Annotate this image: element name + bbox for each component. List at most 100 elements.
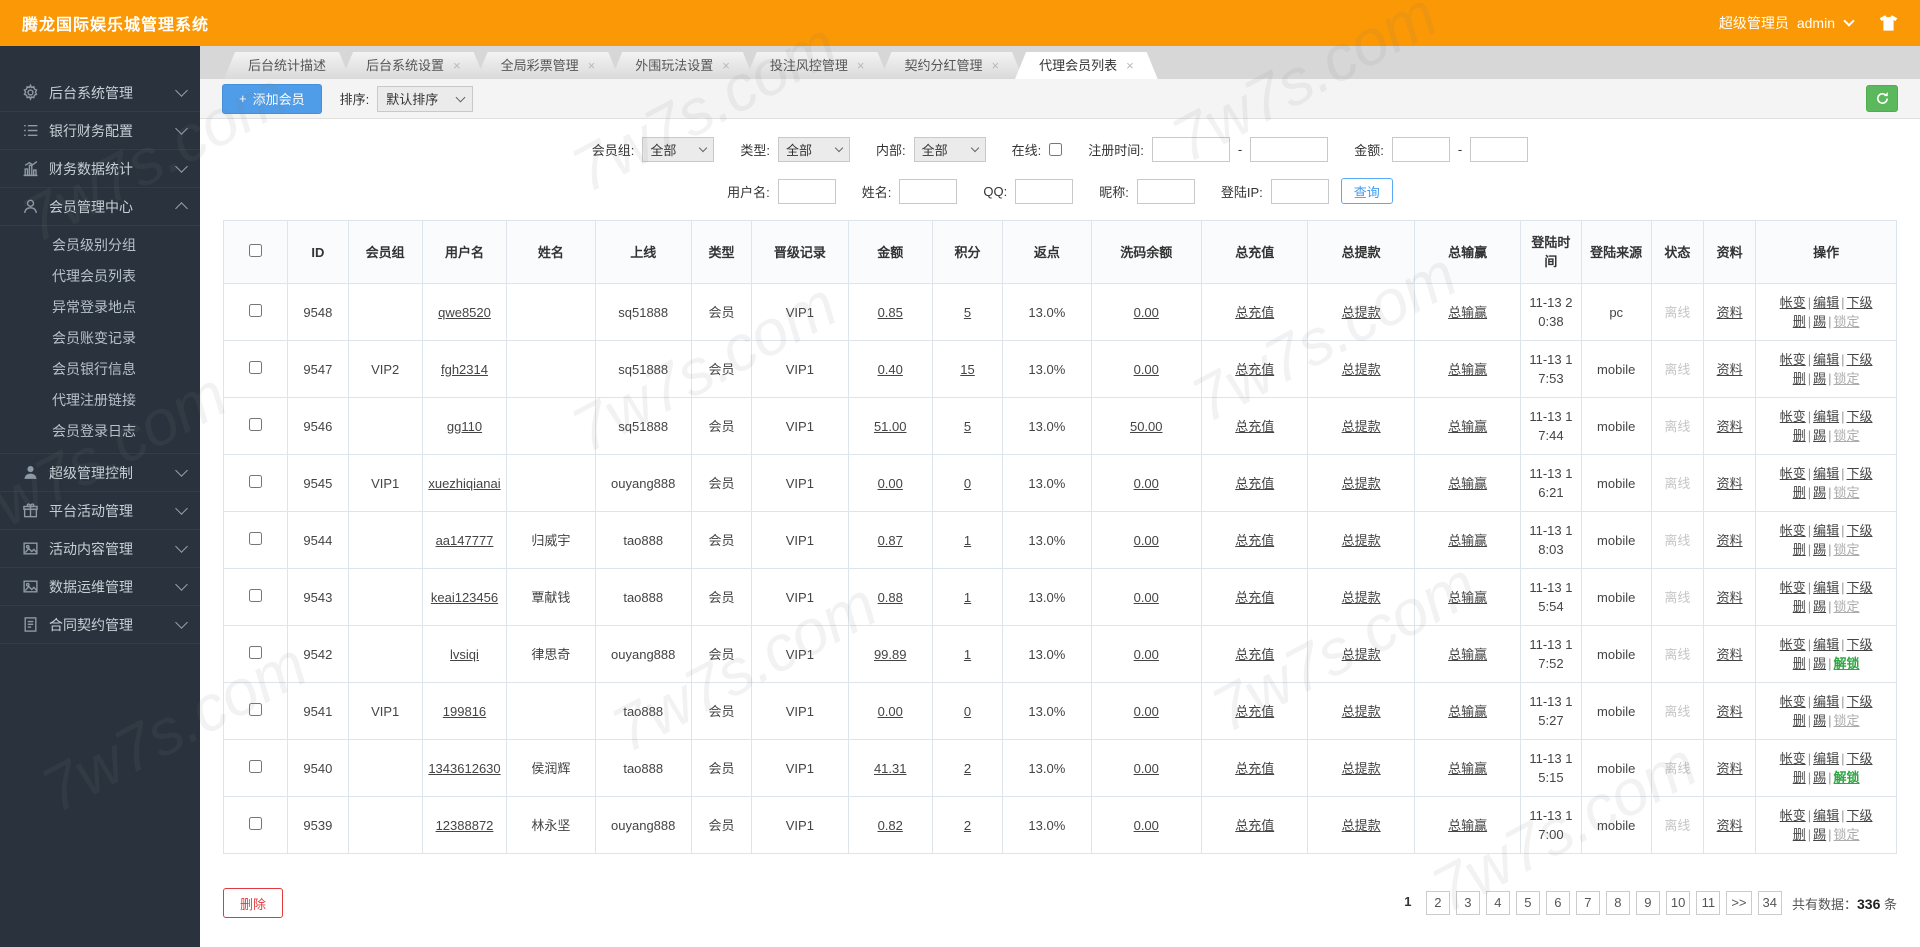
username-link[interactable]: 199816 xyxy=(443,704,486,719)
withdraw-link[interactable]: 总提款 xyxy=(1342,647,1381,662)
op-lock-link[interactable]: 锁定 xyxy=(1834,428,1860,443)
sidebar-subitem[interactable]: 异常登录地点 xyxy=(0,292,200,323)
op-kick-link[interactable]: 踢 xyxy=(1813,371,1826,386)
username-input[interactable] xyxy=(777,178,836,204)
charge-link[interactable]: 总充值 xyxy=(1235,362,1274,377)
regtime-to-input[interactable] xyxy=(1250,137,1329,162)
op-subordinate-link[interactable]: 下级 xyxy=(1847,295,1873,310)
profile-link[interactable]: 资料 xyxy=(1717,761,1743,776)
sidebar-subitem[interactable]: 会员登录日志 xyxy=(0,416,200,447)
tab-4[interactable]: 投注风控管理 × xyxy=(746,52,889,79)
profile-link[interactable]: 资料 xyxy=(1717,647,1743,662)
username-link[interactable]: gg110 xyxy=(447,419,482,434)
row-checkbox[interactable] xyxy=(249,531,263,545)
charge-link[interactable]: 总充值 xyxy=(1235,476,1274,491)
sidebar-item-5[interactable]: 平台活动管理 xyxy=(0,492,200,530)
op-edit-link[interactable]: 编辑 xyxy=(1813,466,1839,481)
op-kick-link[interactable]: 踢 xyxy=(1813,599,1826,614)
op-lock-link[interactable]: 锁定 xyxy=(1834,542,1860,557)
op-edit-link[interactable]: 编辑 xyxy=(1813,694,1839,709)
withdraw-link[interactable]: 总提款 xyxy=(1342,761,1381,776)
amount-link[interactable]: 0.85 xyxy=(878,305,903,320)
tab-1[interactable]: 后台系统设置 × xyxy=(342,52,485,79)
op-edit-link[interactable]: 编辑 xyxy=(1813,523,1839,538)
refresh-button[interactable] xyxy=(1866,85,1898,112)
op-edit-link[interactable]: 编辑 xyxy=(1813,637,1839,652)
sidebar-item-8[interactable]: 合同契约管理 xyxy=(0,606,200,644)
amount-link[interactable]: 0.88 xyxy=(878,590,903,605)
op-lock-link[interactable]: 锁定 xyxy=(1834,713,1860,728)
page-button[interactable]: 2 xyxy=(1425,891,1450,915)
winlose-link[interactable]: 总输赢 xyxy=(1448,476,1487,491)
online-checkbox[interactable] xyxy=(1049,143,1063,156)
op-kick-link[interactable]: 踢 xyxy=(1813,485,1826,500)
points-link[interactable]: 1 xyxy=(964,590,971,605)
amount-link[interactable]: 41.31 xyxy=(874,761,907,776)
username-link[interactable]: 1343612630 xyxy=(428,761,500,776)
charge-link[interactable]: 总充值 xyxy=(1235,818,1274,833)
sidebar-subitem[interactable]: 会员银行信息 xyxy=(0,354,200,385)
op-unlock-link[interactable]: 解锁 xyxy=(1834,656,1860,671)
page-button[interactable]: 4 xyxy=(1485,891,1510,915)
charge-link[interactable]: 总充值 xyxy=(1235,647,1274,662)
op-subordinate-link[interactable]: 下级 xyxy=(1847,808,1873,823)
tab-2[interactable]: 全局彩票管理 × xyxy=(477,52,620,79)
amount-link[interactable]: 99.89 xyxy=(874,647,907,662)
op-delete-link[interactable]: 删 xyxy=(1793,428,1806,443)
op-subordinate-link[interactable]: 下级 xyxy=(1847,637,1873,652)
profile-link[interactable]: 资料 xyxy=(1717,533,1743,548)
profile-link[interactable]: 资料 xyxy=(1717,818,1743,833)
winlose-link[interactable]: 总输赢 xyxy=(1448,761,1487,776)
withdraw-link[interactable]: 总提款 xyxy=(1342,818,1381,833)
amount-link[interactable]: 0.40 xyxy=(878,362,903,377)
op-lock-link[interactable]: 锁定 xyxy=(1834,314,1860,329)
username-link[interactable]: lvsiqi xyxy=(450,647,479,662)
page-button[interactable]: 34 xyxy=(1757,891,1782,915)
wash-balance-link[interactable]: 0.00 xyxy=(1134,647,1159,662)
winlose-link[interactable]: 总输赢 xyxy=(1448,419,1487,434)
op-change-link[interactable]: 帐变 xyxy=(1780,523,1806,538)
page-button[interactable]: 9 xyxy=(1635,891,1660,915)
points-link[interactable]: 1 xyxy=(964,647,971,662)
op-kick-link[interactable]: 踢 xyxy=(1813,770,1826,785)
op-subordinate-link[interactable]: 下级 xyxy=(1847,694,1873,709)
profile-link[interactable]: 资料 xyxy=(1717,419,1743,434)
page-button[interactable]: 6 xyxy=(1545,891,1570,915)
op-kick-link[interactable]: 踢 xyxy=(1813,314,1826,329)
sidebar-item-6[interactable]: 活动内容管理 xyxy=(0,530,200,568)
page-button[interactable]: >> xyxy=(1726,891,1752,915)
op-delete-link[interactable]: 删 xyxy=(1793,542,1806,557)
sidebar-item-2[interactable]: 财务数据统计 xyxy=(0,150,200,188)
op-edit-link[interactable]: 编辑 xyxy=(1813,580,1839,595)
points-link[interactable]: 0 xyxy=(964,476,971,491)
page-button[interactable]: 7 xyxy=(1575,891,1600,915)
profile-link[interactable]: 资料 xyxy=(1717,704,1743,719)
sidebar-item-4[interactable]: 超级管理控制 xyxy=(0,454,200,492)
username-link[interactable]: 12388872 xyxy=(436,818,494,833)
withdraw-link[interactable]: 总提款 xyxy=(1342,362,1381,377)
regtime-from-input[interactable] xyxy=(1151,137,1230,162)
op-subordinate-link[interactable]: 下级 xyxy=(1847,352,1873,367)
charge-link[interactable]: 总充值 xyxy=(1235,590,1274,605)
points-link[interactable]: 5 xyxy=(964,419,971,434)
username-link[interactable]: aa147777 xyxy=(436,533,494,548)
login-ip-input[interactable] xyxy=(1270,178,1329,204)
op-edit-link[interactable]: 编辑 xyxy=(1813,295,1839,310)
points-link[interactable]: 1 xyxy=(964,533,971,548)
search-button[interactable]: 查询 xyxy=(1340,178,1393,204)
op-delete-link[interactable]: 删 xyxy=(1793,371,1806,386)
op-edit-link[interactable]: 编辑 xyxy=(1813,409,1839,424)
row-checkbox[interactable] xyxy=(249,303,263,317)
amount-from-input[interactable] xyxy=(1391,137,1450,162)
sidebar-item-1[interactable]: 银行财务配置 xyxy=(0,112,200,150)
tab-0[interactable]: 后台统计描述 xyxy=(224,52,350,79)
op-delete-link[interactable]: 删 xyxy=(1793,314,1806,329)
wash-balance-link[interactable]: 0.00 xyxy=(1134,533,1159,548)
page-button[interactable]: 10 xyxy=(1665,891,1691,915)
amount-link[interactable]: 0.00 xyxy=(878,704,903,719)
tab-close-icon[interactable]: × xyxy=(722,52,730,79)
row-checkbox[interactable] xyxy=(249,474,263,488)
op-unlock-link[interactable]: 解锁 xyxy=(1834,770,1860,785)
op-edit-link[interactable]: 编辑 xyxy=(1813,751,1839,766)
op-edit-link[interactable]: 编辑 xyxy=(1813,352,1839,367)
